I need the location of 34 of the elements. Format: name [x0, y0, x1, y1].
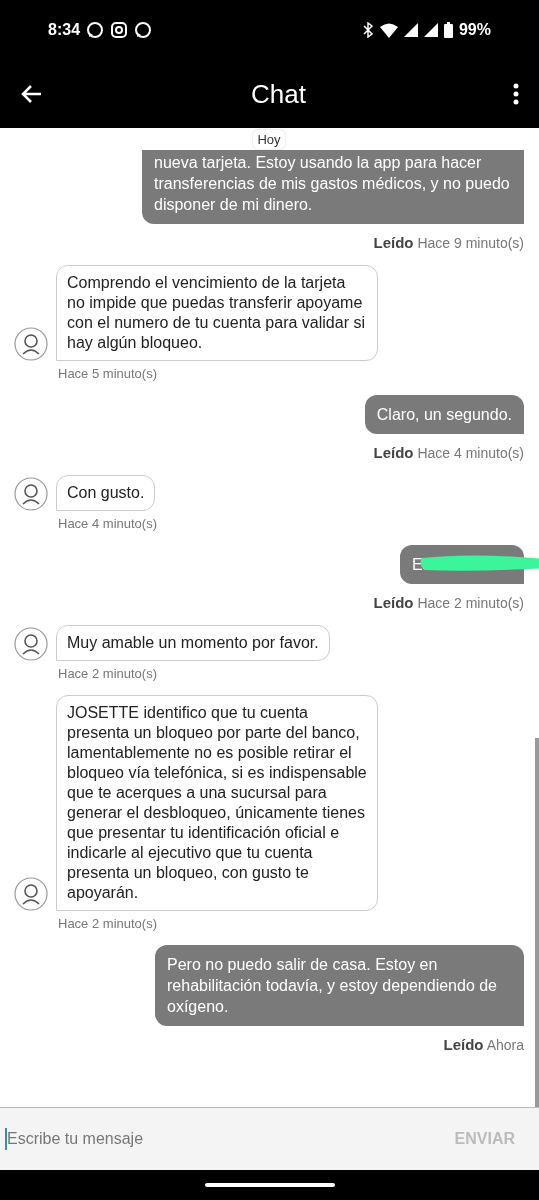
message-bubble: Muy amable un momento por favor. [56, 625, 330, 661]
chat-bubble-icon [86, 21, 105, 39]
message-field[interactable]: Escribe tu mensaje [5, 1128, 307, 1150]
message-bubble: Claro, un segundo. [364, 395, 524, 434]
read-receipt: Leído Ahora [443, 1036, 524, 1053]
avatar-icon [14, 627, 48, 661]
avatar-icon [14, 877, 48, 911]
avatar-icon [14, 477, 48, 511]
message-bubble: Comprendo el vencimiento de la tarjeta no impide que puedas transferir apoyame con el numero de tu cuenta para validar si hay algún bloqueo. [56, 265, 378, 361]
read-receipt: Leído Hace 9 minuto(s) [373, 234, 524, 251]
scrollbar[interactable] [535, 738, 539, 1107]
read-receipt: Leído Hace 2 minuto(s) [373, 594, 524, 611]
clock: 8:34 [48, 21, 81, 39]
date-chip: Hoy [253, 130, 285, 149]
message-bubble: nueva tarjeta. Estoy usando la app para hacer transferencias de mis gastos médicos, y no puedo disponer de mi dinero. [142, 150, 524, 224]
camera-icon [110, 21, 129, 39]
bluetooth-icon [361, 22, 374, 38]
read-receipt: Leído Hace 4 minuto(s) [373, 444, 524, 461]
battery-icon [443, 22, 453, 38]
message-time: Hace 4 minuto(s) [58, 516, 158, 531]
wifi-icon [379, 22, 398, 38]
avatar-icon [14, 327, 48, 361]
more-options-icon[interactable] [513, 83, 519, 105]
battery-level: 99% [458, 21, 491, 39]
signal-icon [403, 23, 418, 37]
message-bubble: JOSETTE identifico que tu cuenta presenta un bloqueo por parte del banco, lamentablemente no es posible retirar el bloqueo vía telefónica, si es indispensable que te acerques a una sucursal para generar el desbloqueo, únicamente tienes que presentar tu identificación oficial e indicarle al ejecutivo que tu cuenta presenta un bloqueo, con gusto te apoyarán. [56, 695, 378, 911]
screen-title: Chat [251, 78, 306, 110]
signal-icon [423, 23, 438, 37]
message-time: Hace 2 minuto(s) [58, 666, 158, 681]
message-time: Hace 5 minuto(s) [58, 366, 158, 381]
message-bubble: Pero no puedo salir de casa. Estoy en rehabilitación todavía, y estoy dependiendo de oxígeno. [155, 945, 524, 1026]
message-time: Hace 2 minuto(s) [58, 916, 158, 931]
chat-bubble-icon [134, 21, 153, 39]
message-bubble: Con gusto. [56, 475, 156, 511]
